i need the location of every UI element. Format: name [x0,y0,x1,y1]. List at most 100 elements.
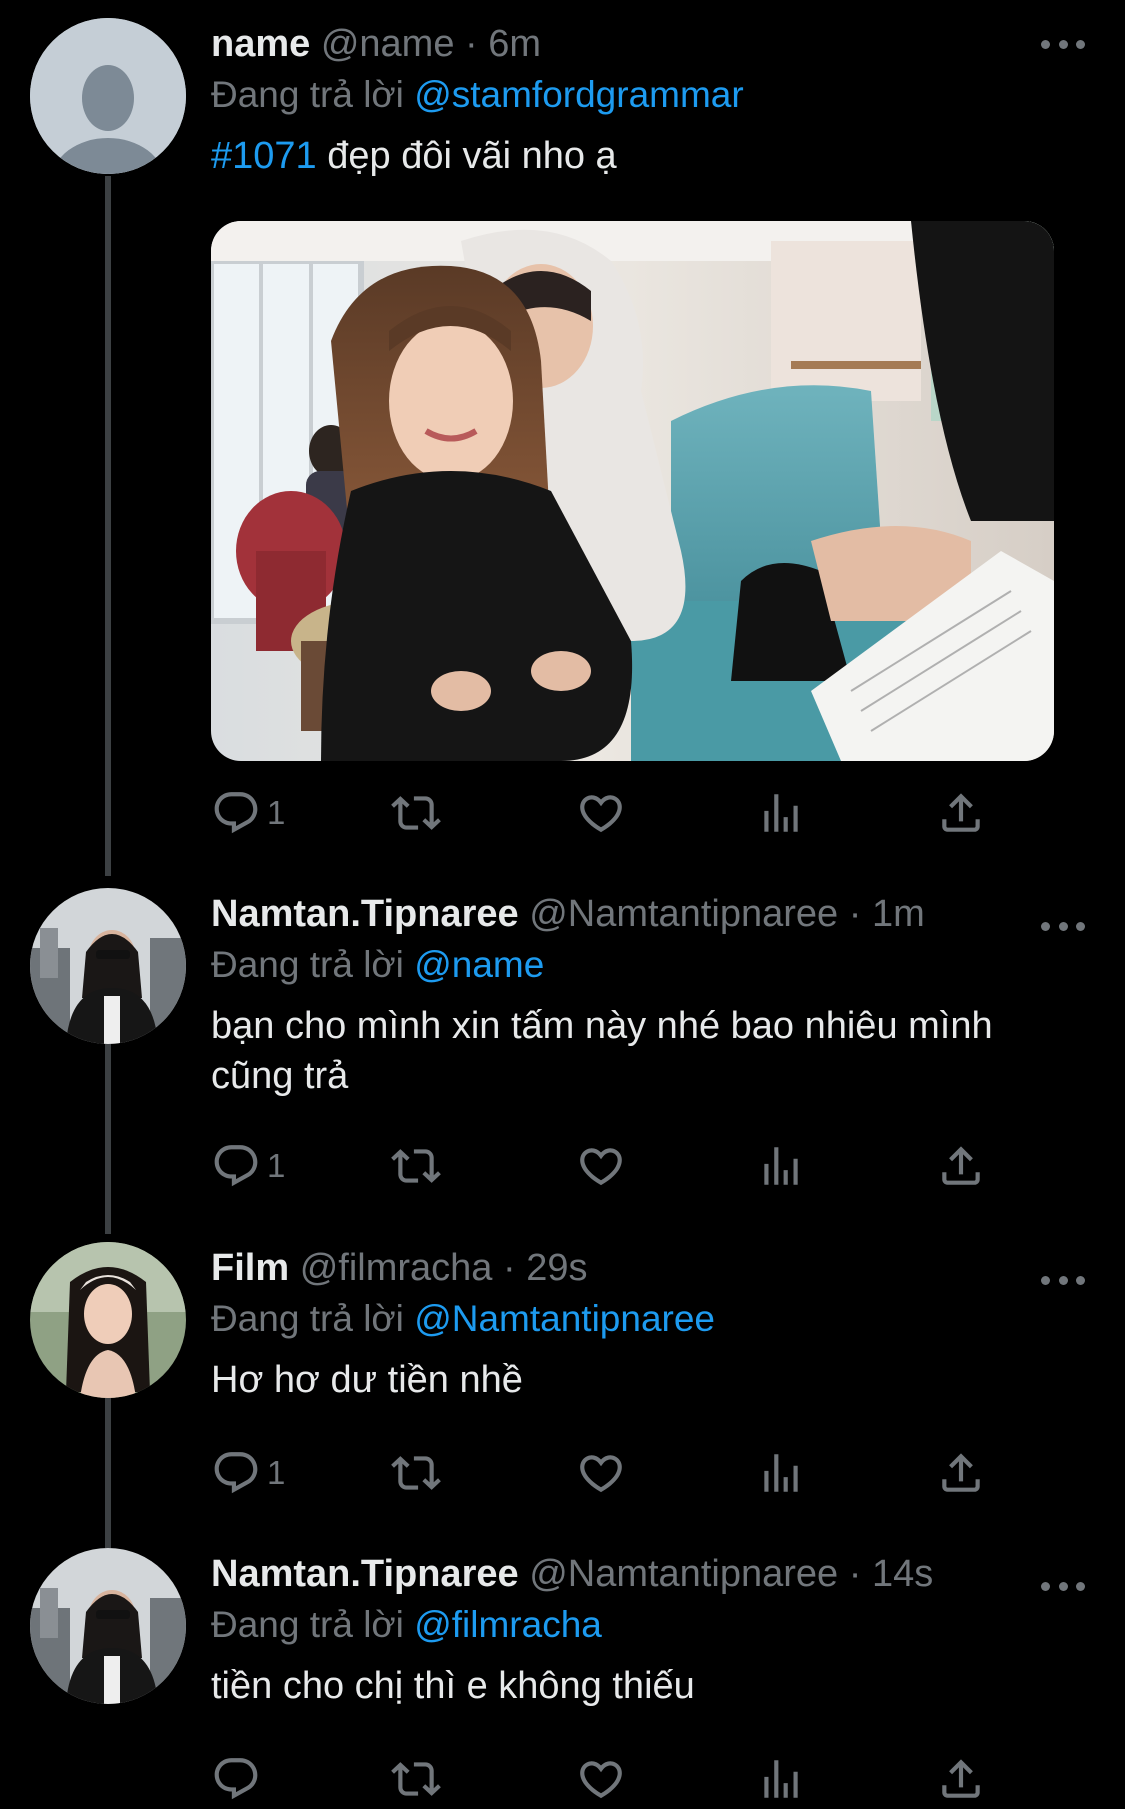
views-button[interactable] [756,1751,806,1807]
separator: · [502,1247,527,1289]
reply-mention[interactable]: @name [414,944,544,985]
avatar[interactable] [30,18,186,174]
like-icon [580,1148,622,1186]
like-icon [580,795,622,833]
share-icon [942,793,980,832]
like-icon [580,1455,622,1493]
share-button[interactable] [936,1138,986,1194]
replying-to: Đang trả lời @stamfordgrammar [211,73,1085,117]
retweet-icon [391,796,441,830]
replying-to: Đang trả lời @Namtantipnaree [211,1297,1085,1341]
tweet-header: name @name · 6m [211,22,1085,66]
tweet-header: Namtan.Tipnaree @Namtantipnaree · 1m [211,892,1085,936]
tweet-header: Film @filmracha · 29s [211,1246,1085,1290]
retweet-button[interactable] [391,785,441,841]
reply-prefix: Đang trả lời [211,1298,404,1339]
tweet[interactable]: name @name · 6m Đang trả lời @stamfordgr… [0,0,1125,860]
reply-prefix: Đang trả lời [211,944,404,985]
tweet-actions [211,1751,991,1807]
views-button[interactable] [756,1445,806,1501]
separator: · [465,23,489,65]
tweet-header: Namtan.Tipnaree @Namtantipnaree · 14s [211,1552,1085,1596]
views-icon [764,1147,798,1185]
timestamp[interactable]: 14s [872,1553,933,1595]
handle[interactable]: @Namtantipnaree [529,893,838,935]
profile-photo-icon [30,1242,186,1398]
views-icon [764,1454,798,1492]
timestamp[interactable]: 6m [488,23,541,65]
like-button[interactable] [576,1138,626,1194]
views-button[interactable] [756,785,806,841]
reply-count: 1 [267,794,286,831]
share-button[interactable] [936,1751,986,1807]
timestamp[interactable]: 1m [872,893,925,935]
tweet[interactable]: Namtan.Tipnaree @Namtantipnaree · 1m Đan… [0,870,1125,1190]
separator: · [848,1553,872,1595]
share-icon [942,1453,980,1492]
separator: · [848,893,872,935]
share-button[interactable] [936,1445,986,1501]
reply-mention[interactable]: @filmracha [414,1604,602,1645]
display-name[interactable]: name [211,23,310,65]
tweet[interactable]: Namtan.Tipnaree @Namtantipnaree · 14s Đa… [0,1530,1125,1809]
tweet-actions: 1 [211,785,991,841]
reply-button[interactable] [211,1751,267,1807]
hashtag-link[interactable]: #1071 [211,135,317,177]
reply-mention[interactable]: @Namtantipnaree [414,1298,715,1339]
default-profile-icon [30,18,186,174]
reply-icon [214,792,258,834]
share-icon [942,1759,980,1798]
tweet-text: bạn cho mình xin tấm này nhé bao nhiêu m… [211,1005,993,1097]
reply-icon [214,1758,258,1800]
profile-photo-icon [30,1548,186,1704]
profile-photo-icon [30,888,186,1044]
timestamp[interactable]: 29s [526,1247,587,1289]
replying-to: Đang trả lời @name [211,943,1085,987]
reply-icon [214,1452,258,1494]
views-icon [764,1760,798,1798]
display-name[interactable]: Namtan.Tipnaree [211,893,519,935]
handle[interactable]: @Namtantipnaree [529,1553,838,1595]
retweet-button[interactable] [391,1138,441,1194]
tweet-text-body: đẹp đôi vãi nho ạ [316,135,617,177]
tweet-text: Hơ hơ dư tiền nhề [211,1359,523,1401]
reply-button[interactable]: 1 [211,785,285,841]
reply-mention[interactable]: @stamfordgrammar [414,74,744,115]
tweet-thread: name @name · 6m Đang trả lời @stamfordgr… [0,0,1125,1809]
tweet-text: #1071 đẹp đôi vãi nho ạ [211,131,1085,181]
views-button[interactable] [756,1138,806,1194]
like-button[interactable] [576,1445,626,1501]
avatar[interactable] [30,1242,186,1398]
reply-prefix: Đang trả lời [211,74,404,115]
tweet-actions: 1 [211,1445,991,1501]
tweet[interactable]: Film @filmracha · 29s Đang trả lời @Namt… [0,1224,1125,1524]
retweet-icon [391,1149,441,1183]
display-name[interactable]: Namtan.Tipnaree [211,1553,519,1595]
reply-button[interactable]: 1 [211,1445,285,1501]
tweet-text: tiền cho chị thì e không thiếu [211,1665,695,1707]
reply-count: 1 [267,1454,286,1491]
reply-count: 1 [267,1147,286,1184]
reply-button[interactable]: 1 [211,1138,285,1194]
display-name[interactable]: Film [211,1247,289,1289]
retweet-icon [391,1762,441,1796]
retweet-icon [391,1456,441,1490]
share-button[interactable] [936,785,986,841]
replying-to: Đang trả lời @filmracha [211,1603,1085,1647]
retweet-button[interactable] [391,1751,441,1807]
like-button[interactable] [576,785,626,841]
avatar[interactable] [30,1548,186,1704]
reply-icon [214,1145,258,1187]
photo-illustration [211,221,1054,761]
handle[interactable]: @filmracha [300,1247,493,1289]
tweet-actions: 1 [211,1138,991,1194]
like-button[interactable] [576,1751,626,1807]
views-icon [764,794,798,832]
handle[interactable]: @name [321,23,455,65]
reply-prefix: Đang trả lời [211,1604,404,1645]
like-icon [580,1761,622,1799]
avatar[interactable] [30,888,186,1044]
retweet-button[interactable] [391,1445,441,1501]
share-icon [942,1146,980,1185]
tweet-photo[interactable] [211,221,1054,761]
